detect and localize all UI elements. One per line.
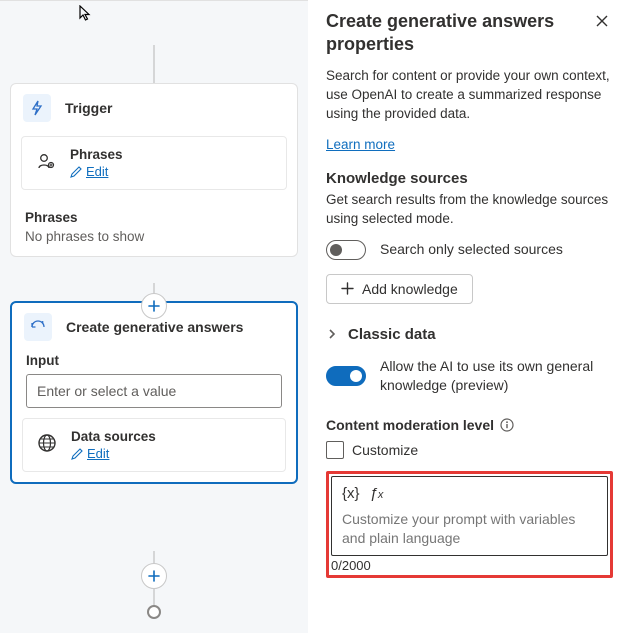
- add-step-button-2[interactable]: [141, 563, 167, 589]
- general-knowledge-label: Allow the AI to use its own general know…: [380, 357, 613, 395]
- char-counter: 0/2000: [331, 558, 608, 573]
- globe-icon: [35, 431, 59, 455]
- search-selected-label: Search only selected sources: [380, 240, 563, 259]
- input-label: Input: [12, 351, 296, 374]
- plus-icon: [148, 570, 160, 582]
- phrases-label: Phrases: [70, 147, 123, 162]
- pencil-icon: [70, 166, 82, 178]
- customize-label: Customize: [352, 442, 418, 458]
- info-icon: [500, 418, 514, 432]
- formula-icon[interactable]: ƒx: [370, 485, 384, 502]
- variable-icon[interactable]: {x}: [342, 485, 360, 502]
- properties-panel: Create generative answers properties Sea…: [308, 0, 631, 633]
- trigger-card[interactable]: Trigger Phrases Edit Phrases No phrases …: [10, 83, 298, 257]
- knowledge-title: Knowledge sources: [326, 170, 613, 187]
- sparkle-refresh-icon: [24, 313, 52, 341]
- prompt-textarea[interactable]: {x} ƒx Customize your prompt with variab…: [331, 476, 608, 557]
- chevron-right-icon: [326, 328, 338, 340]
- add-knowledge-button[interactable]: Add knowledge: [326, 274, 473, 304]
- gen-answers-title: Create generative answers: [66, 319, 243, 335]
- moderation-label: Content moderation level: [326, 417, 494, 433]
- data-sources-label: Data sources: [71, 429, 156, 444]
- cursor-icon: [78, 5, 94, 21]
- close-button[interactable]: [591, 10, 613, 32]
- plus-icon: [148, 300, 160, 312]
- lightning-icon: [23, 94, 51, 122]
- phrases-empty-section: Phrases No phrases to show: [11, 200, 297, 256]
- search-selected-toggle[interactable]: [326, 240, 366, 260]
- trigger-header: Trigger: [11, 84, 297, 132]
- panel-title: Create generative answers properties: [326, 10, 613, 57]
- plus-icon: [341, 282, 354, 295]
- close-icon: [595, 14, 609, 28]
- edit-datasources-link[interactable]: Edit: [71, 446, 156, 461]
- classic-data-title: Classic data: [348, 326, 436, 343]
- trigger-title: Trigger: [65, 100, 112, 116]
- input-field[interactable]: Enter or select a value: [26, 374, 282, 408]
- knowledge-desc: Get search results from the knowledge so…: [326, 191, 613, 227]
- phrases-empty-msg: No phrases to show: [25, 229, 283, 244]
- phrases-heading: Phrases: [25, 210, 283, 225]
- panel-description: Search for content or provide your own c…: [326, 67, 613, 124]
- learn-more-link[interactable]: Learn more: [326, 137, 395, 152]
- classic-data-section[interactable]: Classic data: [326, 326, 613, 343]
- general-knowledge-toggle[interactable]: [326, 366, 366, 386]
- generative-answers-card[interactable]: Create generative answers Input Enter or…: [10, 301, 298, 484]
- data-sources-block[interactable]: Data sources Edit: [22, 418, 286, 472]
- customize-checkbox[interactable]: [326, 441, 344, 459]
- prompt-placeholder: Customize your prompt with variables and…: [342, 510, 597, 548]
- person-voice-icon: [34, 149, 58, 173]
- prompt-highlight: {x} ƒx Customize your prompt with variab…: [326, 471, 613, 579]
- phrases-block[interactable]: Phrases Edit: [21, 136, 287, 190]
- edit-phrases-link[interactable]: Edit: [70, 164, 123, 179]
- flow-end-node: [147, 605, 161, 619]
- add-step-button[interactable]: [141, 293, 167, 319]
- pencil-icon: [71, 448, 83, 460]
- flow-canvas: Trigger Phrases Edit Phrases No phrases …: [0, 0, 308, 633]
